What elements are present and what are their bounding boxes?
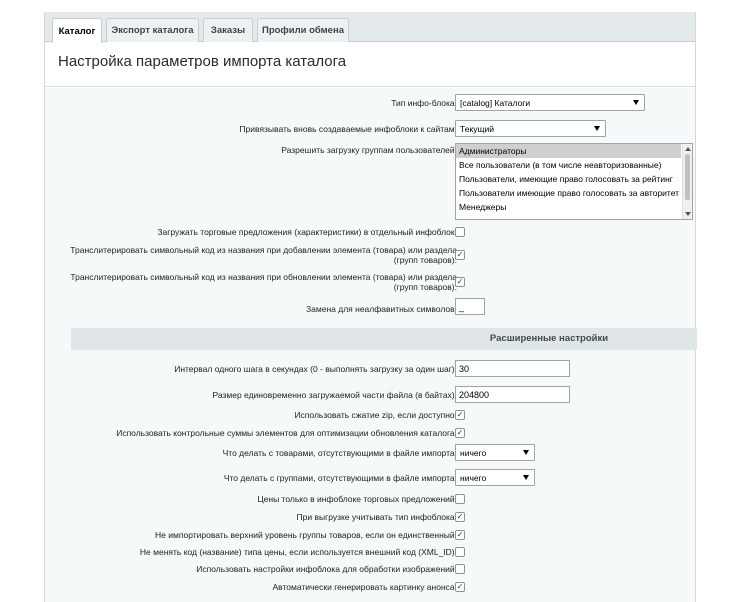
translit-add-label-line1: Транслитерировать символьный код из назв… [70,245,457,255]
list-item[interactable]: Администраторы [456,144,681,158]
user-groups-listbox[interactable]: Администраторы Все пользователи (в том ч… [455,143,693,220]
use-zip-label: Использовать сжатие zip, если доступно: [294,410,457,420]
file-part-size-input[interactable]: 204800 [455,386,570,403]
interval-input[interactable]: 30 [455,360,570,377]
translit-update-label-line2: (групп товаров): [393,282,457,292]
chevron-down-icon [523,450,529,455]
keep-price-code-checkbox[interactable] [455,547,465,557]
tab-exchange-profiles[interactable]: Профили обмена [257,18,349,42]
scroll-up-icon[interactable] [685,147,691,151]
skip-top-level-label: Не импортировать верхний уровень группы … [155,530,457,540]
account-iblock-type-label: При выгрузке учитывать тип инфоблока: [296,512,457,522]
allow-groups-label: Разрешить загрузку группам пользователей… [281,145,457,155]
file-part-size-label: Размер единовременно загружаемой части ф… [212,390,457,400]
translit-update-label-line1: Транслитерировать символьный код из назв… [70,272,457,282]
missing-products-label: Что делать с товарами, отсутствующими в … [222,448,457,458]
chevron-down-icon [523,475,529,480]
skip-top-level-checkbox[interactable]: ✓ [455,530,465,540]
missing-products-value: ничего [460,447,487,458]
listbox-scrollbar[interactable] [682,144,692,219]
iblock-type-select[interactable]: [catalog] Каталоги [455,94,645,111]
list-item[interactable]: Пользователи имеющие право голосовать за… [456,186,681,200]
prices-only-offers-label: Цены только в инфоблоке торговых предлож… [257,494,457,504]
use-zip-checkbox[interactable]: ✓ [455,410,465,420]
settings-window: Каталог Экспорт каталога Заказы Профили … [44,12,697,602]
chevron-down-icon [594,126,600,131]
prices-only-offers-checkbox[interactable] [455,494,465,504]
chevron-down-icon [633,100,639,105]
missing-groups-select[interactable]: ничего [455,469,535,486]
bind-sites-value: Текущий [460,123,494,134]
missing-products-select[interactable]: ничего [455,444,535,461]
replace-char-label: Замена для неалфавитных символов: [306,304,457,314]
use-crc-checkbox[interactable]: ✓ [455,428,465,438]
auto-preview-label: Автоматически генерировать картинку анон… [272,582,457,592]
scroll-thumb[interactable] [685,154,690,200]
iblock-type-label: Тип инфо-блока: [391,98,457,108]
translit-add-label: Транслитерировать символьный код из назв… [70,245,457,265]
translit-add-checkbox[interactable]: ✓ [455,250,465,260]
tab-catalog-export[interactable]: Экспорт каталога [106,18,199,42]
use-crc-label: Использовать контрольные суммы элементов… [116,428,457,438]
keep-price-code-label: Не менять код (название) типа цены, если… [139,547,457,557]
bind-sites-label: Привязывать вновь создаваемые инфоблоки … [239,124,457,134]
list-item[interactable]: Пользователи, имеющие право голосовать з… [456,172,681,186]
advanced-section-header: Расширенные настройки [71,328,697,350]
tab-orders[interactable]: Заказы [203,18,253,42]
interval-label: Интервал одного шага в секундах (0 - вып… [174,364,457,374]
replace-char-input[interactable]: _ [455,298,485,315]
title-area: Настройка параметров импорта каталога [45,43,695,87]
translit-update-checkbox[interactable]: ✓ [455,277,465,287]
account-iblock-type-checkbox[interactable]: ✓ [455,512,465,522]
missing-groups-label: Что делать с группами, отсутствующими в … [223,473,457,483]
auto-preview-checkbox[interactable]: ✓ [455,582,465,592]
offers-separate-label: Загружать торговые предложения (характер… [157,227,457,237]
list-item[interactable]: Менеджеры [456,200,681,214]
use-iblock-img-label: Использовать настройки инфоблока для обр… [196,564,457,574]
advanced-section-title: Расширенные настройки [489,333,609,344]
tab-catalog[interactable]: Каталог [52,18,102,43]
use-iblock-img-checkbox[interactable] [455,564,465,574]
list-item[interactable]: Все пользователи (в том числе неавторизо… [456,158,681,172]
iblock-type-value: [catalog] Каталоги [460,97,531,108]
translit-add-label-line2: (групп товаров): [393,255,457,265]
translit-update-label: Транслитерировать символьный код из назв… [70,272,457,292]
offers-separate-checkbox[interactable] [455,227,465,237]
missing-groups-value: ничего [460,472,487,483]
bind-sites-select[interactable]: Текущий [455,120,606,137]
page-title: Настройка параметров импорта каталога [58,53,347,70]
tab-bar: Каталог Экспорт каталога Заказы Профили … [45,12,695,43]
scroll-down-icon[interactable] [685,212,691,216]
